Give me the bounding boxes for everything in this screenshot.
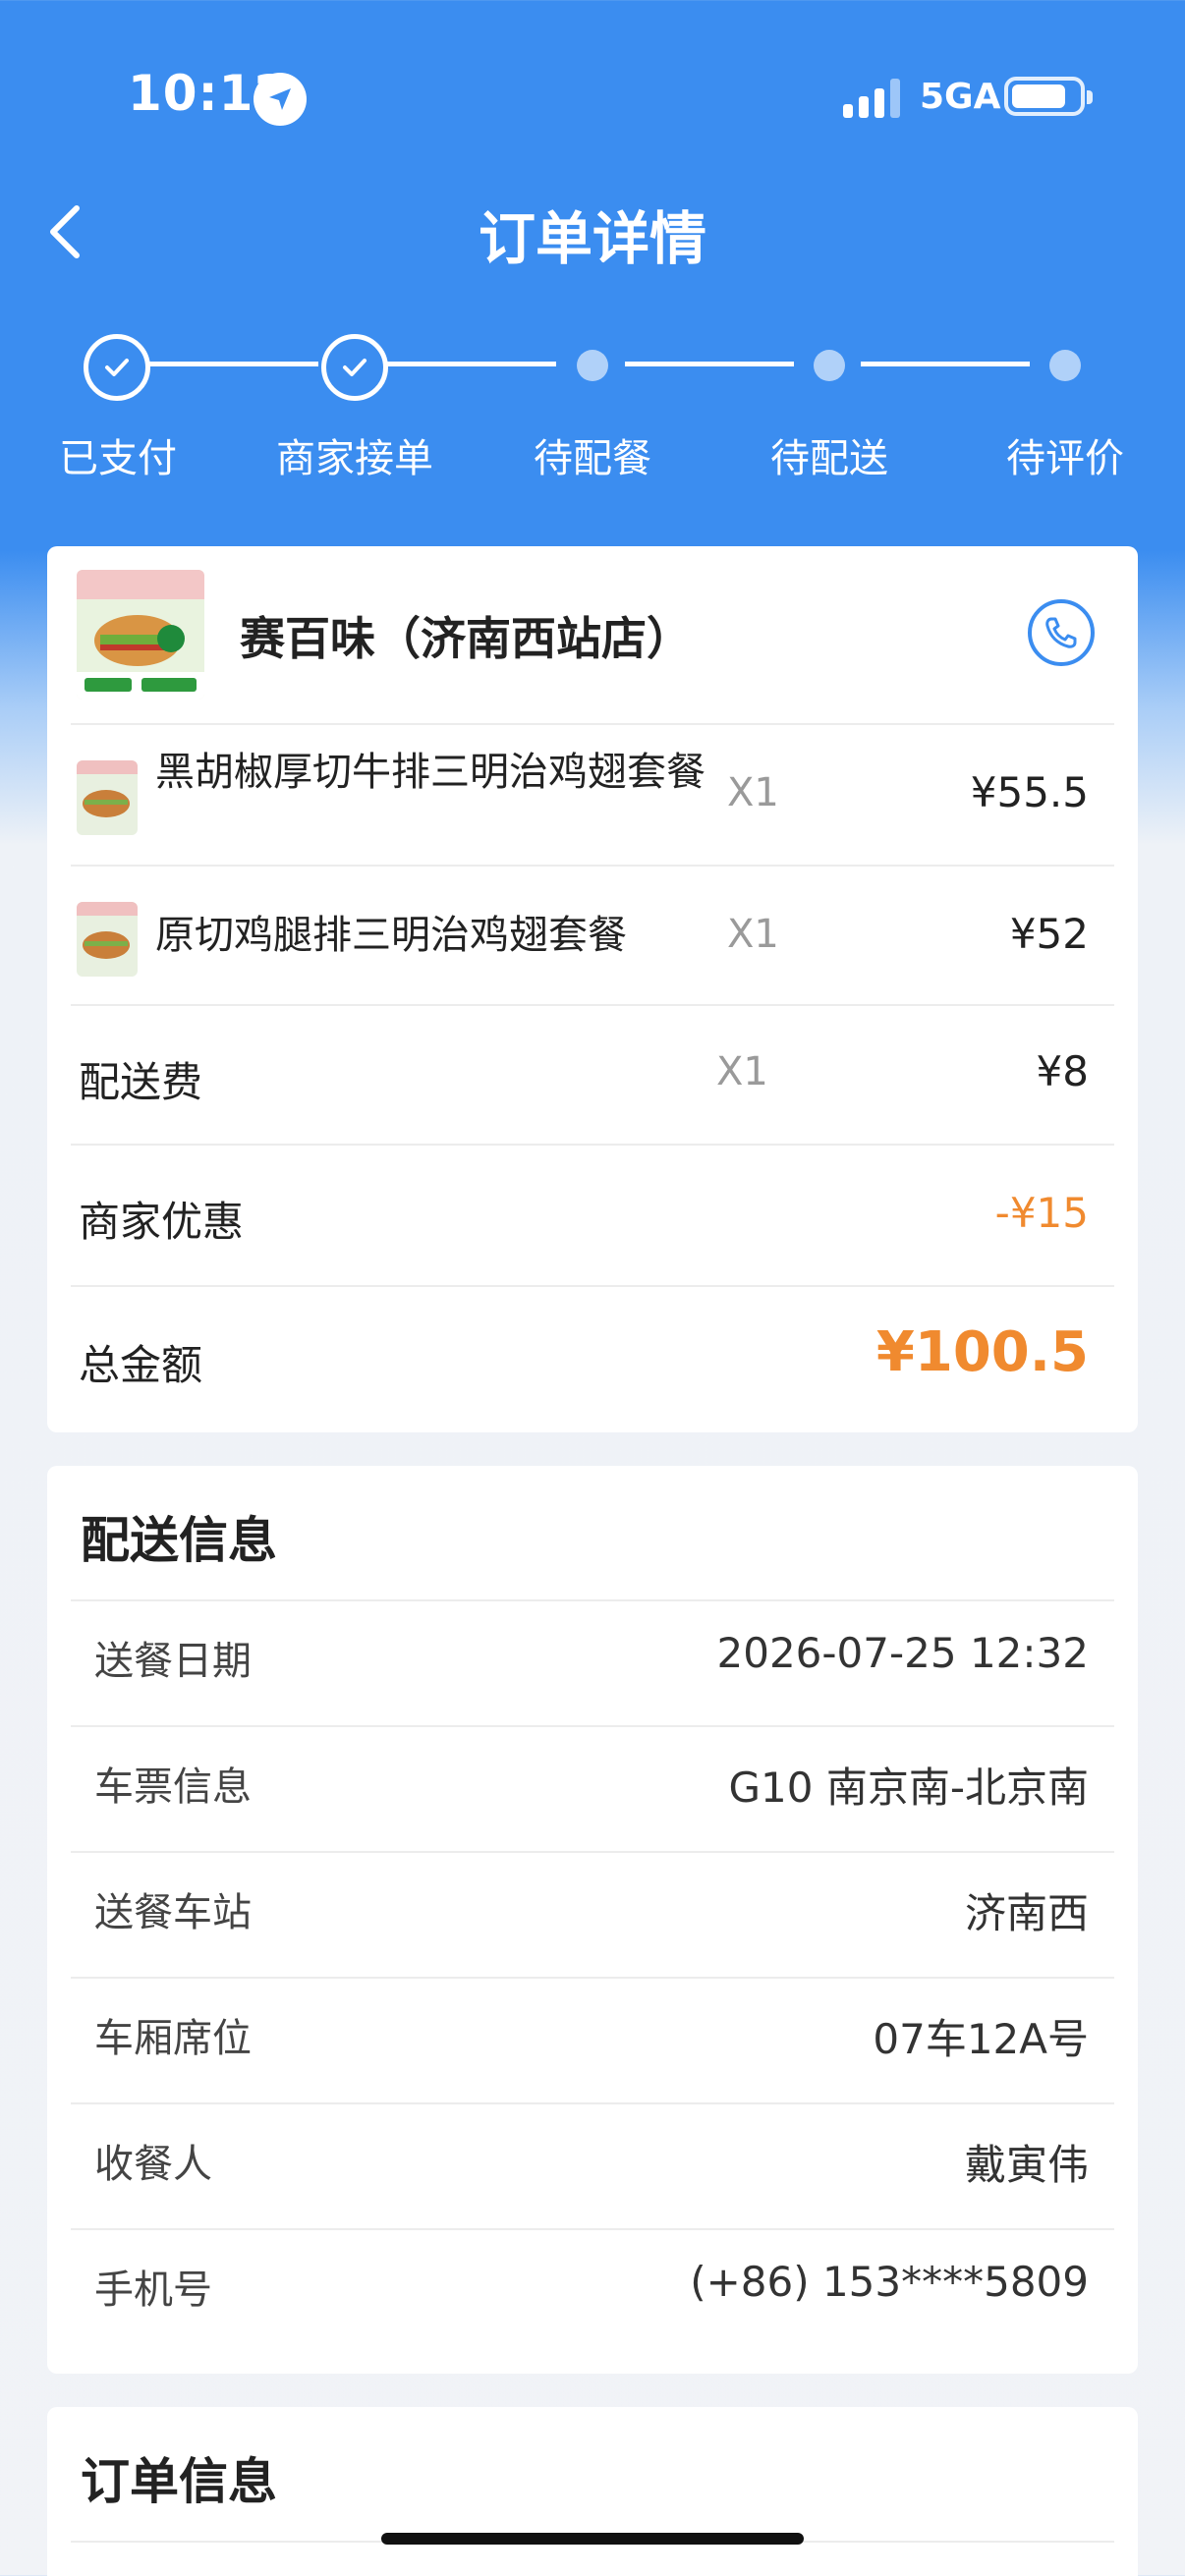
merchant-discount-label: 商家优惠 <box>79 1198 245 1246</box>
divider <box>71 1599 1114 1601</box>
step-pending-dot <box>1049 350 1081 381</box>
cellular-signal-icon <box>843 79 902 118</box>
total-label: 总金额 <box>79 1341 203 1389</box>
page-title: 订单详情 <box>478 205 706 272</box>
delivery-info-card: 配送信息 送餐日期 2026-07-25 12:32 车票信息 G10 南京南-… <box>47 1466 1138 2374</box>
step-pending-dot <box>814 350 845 381</box>
section-title: 配送信息 <box>81 1512 277 1569</box>
step-pending-dot <box>577 350 608 381</box>
item-quantity: X1 <box>727 912 779 957</box>
divider <box>71 2102 1114 2104</box>
info-value: 济南西 <box>964 1889 1089 1937</box>
item-name: 原切鸡腿排三明治鸡翅套餐 <box>155 913 627 958</box>
order-item: 黑胡椒厚切牛排三明治鸡翅套餐 X1 ¥55.5 <box>47 725 1138 865</box>
delivery-fee-price: ¥8 <box>1036 1047 1089 1095</box>
order-info-card: 订单信息 <box>47 2407 1138 2576</box>
item-quantity: X1 <box>727 770 779 815</box>
item-thumbnail <box>77 760 138 835</box>
merchant-discount-value: -¥15 <box>994 1189 1089 1237</box>
divider <box>71 1725 1114 1727</box>
step-connector <box>861 362 1030 366</box>
item-thumbnail <box>77 902 138 977</box>
step-connector <box>387 362 556 366</box>
divider <box>71 1285 1114 1287</box>
item-name: 黑胡椒厚切牛排三明治鸡翅套餐 <box>155 750 705 795</box>
info-value: (+86) 153****5809 <box>690 2258 1089 2306</box>
info-label: 送餐日期 <box>94 1639 252 1684</box>
step-label-preparing: 待配餐 <box>534 436 651 481</box>
info-label: 收餐人 <box>94 2142 212 2187</box>
item-price: ¥55.5 <box>970 768 1089 816</box>
step-label-delivering: 待配送 <box>770 436 888 481</box>
shop-header[interactable]: 赛百味（济南西站店） <box>47 546 1138 723</box>
info-label: 车票信息 <box>94 1764 252 1810</box>
step-connector <box>625 362 794 366</box>
home-indicator[interactable] <box>381 2533 804 2545</box>
divider <box>71 1004 1114 1006</box>
step-paid-check-icon <box>84 334 150 401</box>
divider <box>71 1144 1114 1146</box>
info-label: 车厢席位 <box>94 2016 252 2061</box>
network-type: 5GA <box>920 77 1001 117</box>
divider <box>71 1851 1114 1853</box>
info-value: 戴寅伟 <box>964 2141 1089 2189</box>
divider <box>71 1977 1114 1979</box>
shop-name: 赛百味（济南西站店） <box>240 612 692 665</box>
phone-icon <box>1045 617 1077 648</box>
order-progress: 已支付 商家接单 待配餐 待配送 待评价 <box>0 324 1185 491</box>
status-bar: 10:12 5GA <box>0 0 1185 196</box>
delivery-fee-label: 配送费 <box>79 1058 203 1106</box>
info-label: 手机号 <box>94 2268 212 2313</box>
location-arrow-icon <box>254 73 307 126</box>
step-accepted-check-icon <box>321 334 388 401</box>
shop-logo <box>77 570 204 700</box>
section-title: 订单信息 <box>81 2453 277 2510</box>
step-label-paid: 已支付 <box>59 436 177 481</box>
delivery-fee-quantity: X1 <box>716 1049 768 1094</box>
info-value: 07车12A号 <box>873 2015 1089 2063</box>
item-price: ¥52 <box>1009 910 1089 958</box>
step-label-accepted: 商家接单 <box>276 436 433 481</box>
call-shop-button[interactable] <box>1028 599 1095 666</box>
info-value: G10 南京南-北京南 <box>728 1764 1090 1812</box>
order-summary-card: 赛百味（济南西站店） 黑胡椒厚切牛排三明治鸡翅套餐 X1 ¥55.5 原切鸡腿排… <box>47 546 1138 1432</box>
step-label-review: 待评价 <box>1006 436 1124 481</box>
info-value: 2026-07-25 12:32 <box>716 1629 1089 1677</box>
battery-icon <box>1004 77 1093 116</box>
divider <box>71 2228 1114 2230</box>
step-connector <box>149 362 318 366</box>
info-label: 送餐车站 <box>94 1890 252 1935</box>
order-item: 原切鸡腿排三明治鸡翅套餐 X1 ¥52 <box>47 867 1138 1006</box>
total-amount: ¥100.5 <box>875 1320 1089 1384</box>
